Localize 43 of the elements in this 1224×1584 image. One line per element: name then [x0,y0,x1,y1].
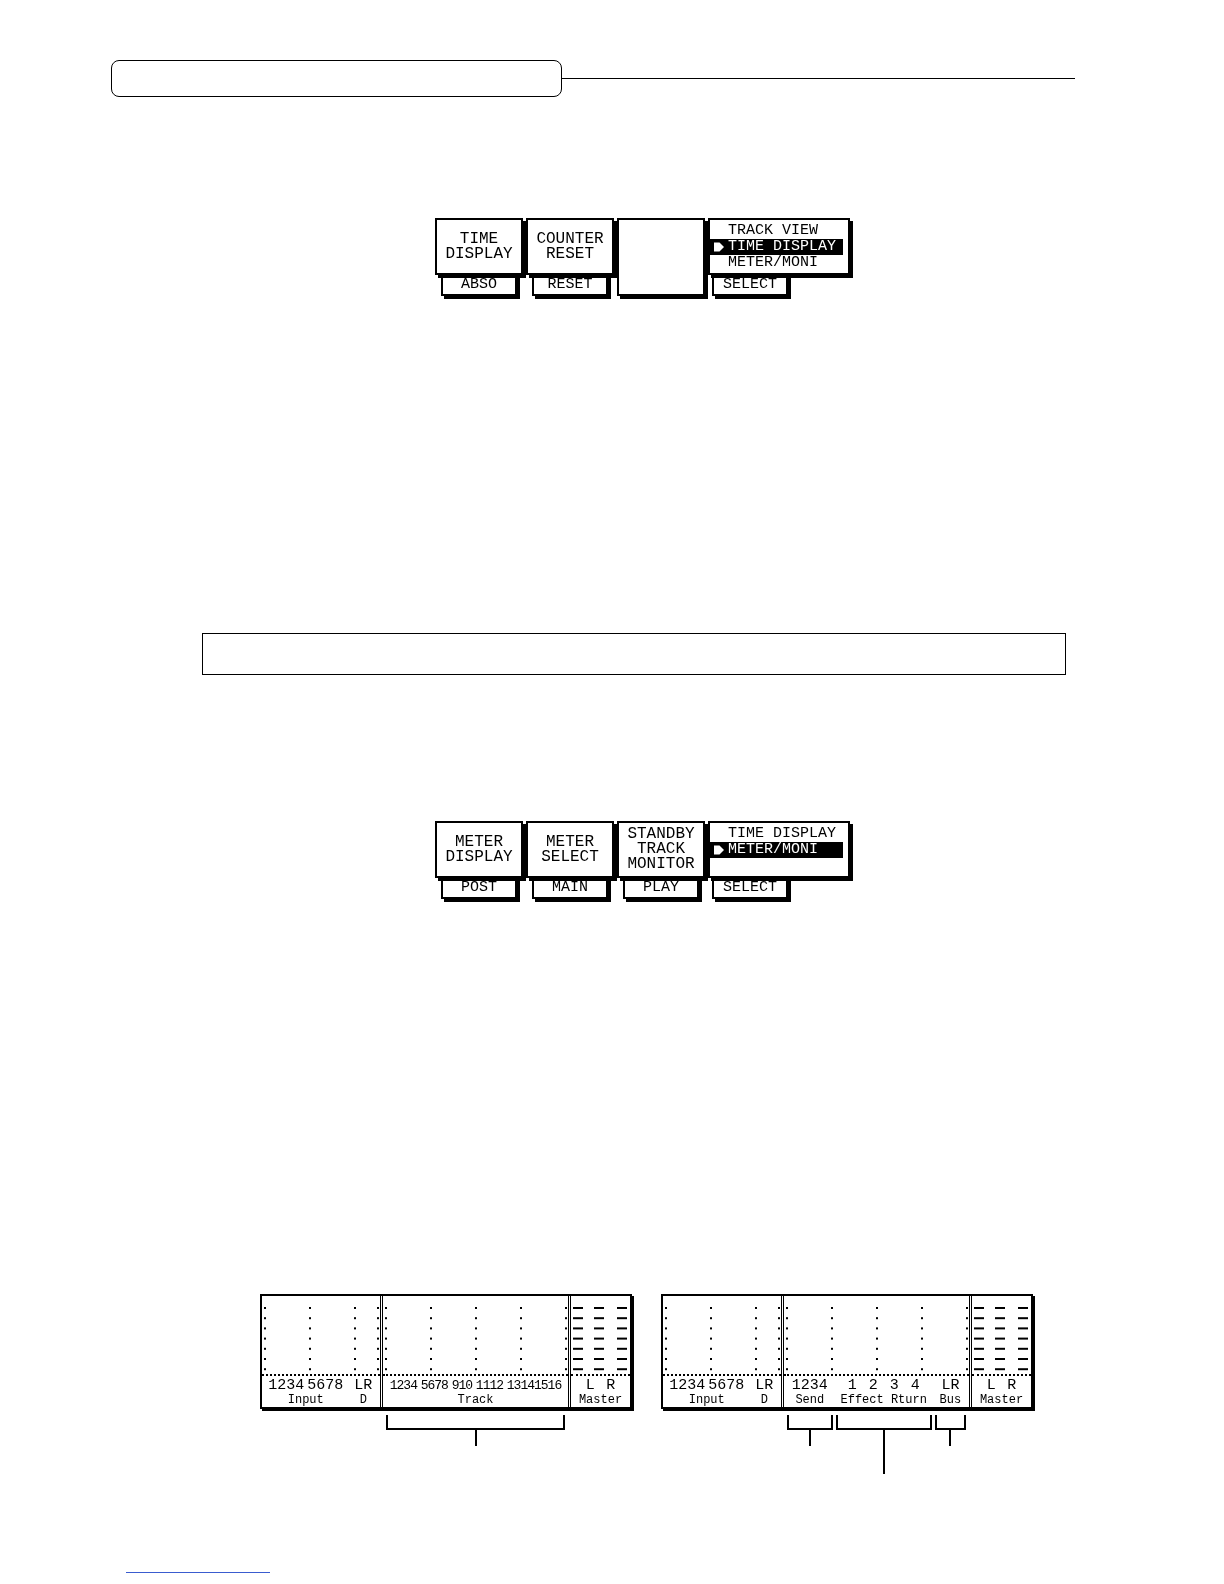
channel-number: 910 [451,1378,473,1393]
menu-item[interactable]: METER/MONI [710,842,843,858]
channel-caption: D [760,1393,768,1407]
menu-item[interactable]: TRACK VIEW [710,223,843,239]
channel-number: 5678 [307,1378,344,1393]
channel-number: 1234 [791,1378,828,1393]
function-title: STANDBY TRACK MONITOR [626,827,696,872]
channel-number: 5678 [420,1378,448,1393]
menu-item[interactable]: METER/MONI [710,255,843,271]
channel-number: LR [354,1378,373,1393]
channel-number: LR [941,1378,960,1393]
channel-caption: Send [795,1393,825,1407]
menu-item[interactable]: TIME DISPLAY [710,826,843,842]
channel-caption: Bus [939,1393,962,1407]
channel-number: R [606,1378,616,1393]
channel-number: L [585,1378,595,1393]
channel-number: R [1007,1378,1017,1393]
channel-number: 5678 [708,1378,745,1393]
channel-number: 1234 [268,1378,305,1393]
function-title: TIME DISPLAY [444,231,514,262]
channel-number: 1 [847,1378,857,1393]
channel-caption: Master [979,1393,1024,1407]
channel-number: 2 [868,1378,878,1393]
channel-number: 1234 [669,1378,706,1393]
channel-number: 1234 [389,1378,417,1393]
function-title: COUNTER RESET [535,231,605,262]
menu-item[interactable]: TIME DISPLAY [710,239,843,255]
function-title: METER DISPLAY [444,834,514,865]
channel-number: 3 [889,1378,899,1393]
channel-caption: Input [688,1393,725,1407]
function-title: METER SELECT [540,834,600,865]
channel-caption: Master [578,1393,623,1407]
channel-number: LR [755,1378,774,1393]
channel-caption: Effect Rturn [840,1393,927,1407]
channel-number: L [986,1378,996,1393]
channel-number: 4 [910,1378,920,1393]
channel-caption: Track [457,1393,494,1407]
pointer-arrow-icon [714,242,724,252]
channel-caption: Input [287,1393,324,1407]
channel-number: 1112 [475,1378,504,1393]
channel-caption: D [359,1393,367,1407]
pointer-arrow-icon [714,845,724,855]
channel-number: 13141516 [506,1378,562,1393]
